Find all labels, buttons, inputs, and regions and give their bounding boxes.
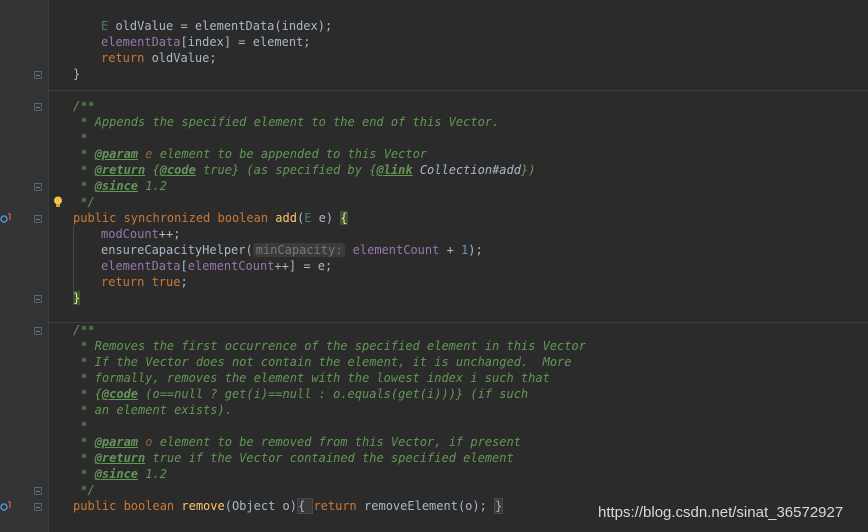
fold-marker-icon[interactable] [34,503,42,511]
javadoc-line: * [73,131,88,145]
javadoc-line: * If the Vector does not contain the ele… [73,355,572,369]
parameter-hint: minCapacity: [252,243,346,257]
fold-marker-icon[interactable] [34,71,42,79]
folded-region-open[interactable]: { [296,498,314,514]
method-signature-add[interactable]: public synchronized boolean add(E e) { [73,210,348,226]
javadoc-line: * Appends the specified element to the e… [73,115,500,129]
override-marker-icon[interactable] [0,212,12,224]
code-line: } [73,291,81,305]
code-line: ensureCapacityHelper(minCapacity: elemen… [101,243,483,257]
javadoc-line: * @param o element to be removed from th… [73,435,521,449]
fold-marker-icon[interactable] [34,327,42,335]
fold-marker-icon[interactable] [34,103,42,111]
javadoc-line: /** [73,323,95,337]
fold-marker-icon[interactable] [34,183,42,191]
javadoc-line: * an element exists). [73,403,232,417]
javadoc-line: */ [73,483,95,497]
code-line: return oldValue; [101,51,217,65]
code-line: elementData[elementCount++] = e; [101,259,333,273]
javadoc-line: * Removes the first occurrence of the sp… [73,339,586,353]
javadoc-line: * [73,419,88,433]
override-marker-icon[interactable] [0,500,12,512]
javadoc-line: /** [73,99,95,113]
javadoc-line: * @param e element to be appended to thi… [73,147,428,161]
fold-marker-icon[interactable] [34,215,42,223]
folded-region-close[interactable]: } [494,498,504,514]
code-editor[interactable]: E oldValue = elementData(index); element… [49,0,868,532]
code-line: E oldValue = elementData(index); [101,19,333,33]
code-line: } [73,67,81,81]
javadoc-line: * @since 1.2 [73,467,167,481]
javadoc-line: * {@code (o==null ? get(i)==null : o.equ… [73,387,529,401]
editor-gutter[interactable] [0,0,48,532]
javadoc-line: */ [73,195,95,209]
javadoc-line: * @since 1.2 [73,179,167,193]
javadoc-line: * @return {@code true} (as specified by … [73,163,536,177]
javadoc-line: * @return true if the Vector contained t… [73,451,514,465]
method-signature-remove[interactable]: public boolean remove(Object o){ return … [73,498,504,514]
code-line: return true; [101,275,188,289]
fold-marker-icon[interactable] [34,487,42,495]
code-line: modCount++; [101,227,181,241]
watermark: https://blog.csdn.net/sinat_36572927 [598,504,844,521]
javadoc-line: * formally, removes the element with the… [73,371,550,385]
code-line: elementData[index] = element; [101,35,311,49]
fold-marker-icon[interactable] [34,295,42,303]
